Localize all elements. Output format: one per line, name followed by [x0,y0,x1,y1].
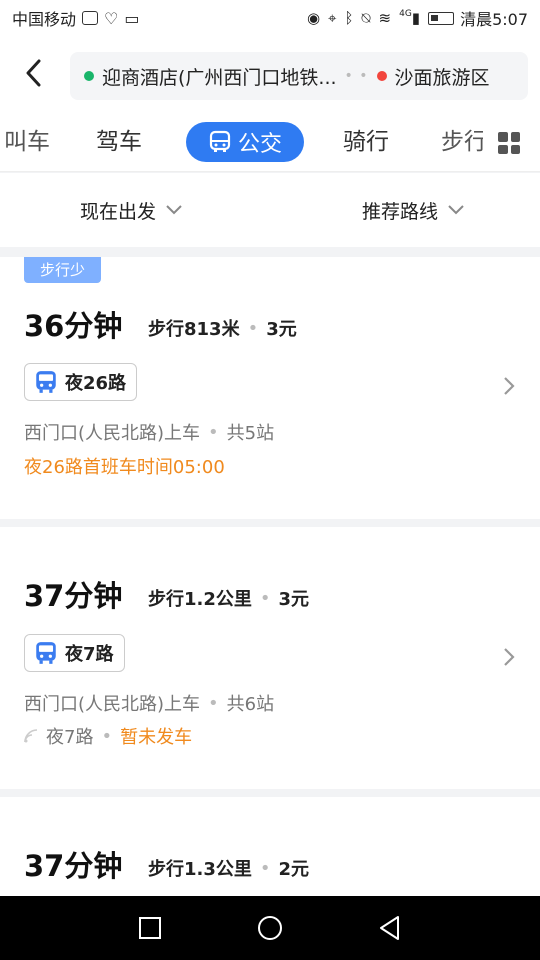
filter-bar: 现在出发 推荐路线 [0,173,540,247]
tab-drive-label: 驾车 [96,129,142,155]
bus-line-tag: 夜26路 [24,363,138,401]
chevron-left-icon [26,59,41,87]
route-duration: 36分钟 [24,309,123,343]
stop-count: 共6站 [226,694,275,715]
realtime-status: 夜7路 • 暂未发车 [24,723,192,749]
departure-status: 暂未发车 [120,727,193,748]
mute-icon: ⍉ [361,9,371,27]
separator-dot: • [208,692,219,714]
separator-dot: • [259,857,271,879]
message-icon: ▭ [124,8,140,28]
health-icon: ♡ [104,8,119,28]
location-icon: ⌖ [328,9,337,27]
status-left: 中国移动 ♡ ▭ [12,6,139,30]
bus-line-name: 夜7路 [65,644,114,665]
fare: 3元 [278,589,310,610]
battery-icon [428,11,455,25]
separator-dot: • [208,421,219,443]
bus-line-name: 夜26路 [65,373,127,394]
app-notification-icon [82,11,99,25]
boarding-stop: 西门口(人民北路)上车 [24,423,201,444]
tab-walk[interactable]: 步行 [441,124,483,160]
route-meta: 步行1.2公里 • 3元 [148,585,309,611]
more-modes-grid-icon[interactable] [498,132,520,154]
route-preference-filter[interactable]: 推荐路线 [362,173,464,247]
separator-dot: • [259,587,271,609]
nfc-icon: ◉ [306,9,321,27]
boarding-info: 西门口(人民北路)上车 • 共6站 [24,690,274,716]
origin-dot-icon [84,71,94,81]
home-icon[interactable] [256,914,284,942]
signal-icon: 4G▮ [399,9,421,27]
system-nav-bar [0,896,540,960]
realtime-signal-icon [24,729,38,743]
stop-count: 共5站 [226,423,275,444]
walk-distance: 步行813米 [148,319,240,340]
route-separator-icon: • • [344,68,369,84]
route-meta: 步行813米 • 3元 [148,315,297,341]
tab-bus[interactable]: 公交 [186,122,304,162]
first-bus-time: 夜26路首班车时间05:00 [24,457,225,478]
destination-label[interactable]: 沙面旅游区 [395,63,490,90]
route-input-box[interactable]: 迎商酒店(广州西门口地铁... • • 沙面旅游区 [70,52,528,100]
tab-taxi-label: 叫车 [4,129,50,155]
tab-ride-label: 骑行 [343,129,389,155]
clock-label: 清晨5:07 [460,10,528,29]
boarding-info: 西门口(人民北路)上车 • 共5站 [24,419,274,445]
back-triangle-icon[interactable] [376,914,404,942]
tab-ride[interactable]: 骑行 [343,124,389,160]
route-duration: 37分钟 [24,579,123,613]
tab-taxi[interactable]: 叫车 [0,124,50,160]
realtime-line-name: 夜7路 [46,727,94,748]
transport-tabs: 叫车 驾车 公交 骑行 步行 [0,112,540,172]
network-type-label: 4G [399,9,412,19]
chevron-down-icon [448,205,464,215]
wifi-icon: ≋ [378,9,392,27]
route-header: 迎商酒店(广州西门口地铁... • • 沙面旅游区 [0,36,540,112]
tab-drive[interactable]: 驾车 [96,124,142,160]
separator-dot: • [247,317,259,339]
status-right: ◉ ⌖ ᛒ ⍉ ≋ 4G▮ 清晨5:07 [307,6,528,30]
depart-time-label: 现在出发 [80,200,157,223]
boarding-stop: 西门口(人民北路)上车 [24,694,201,715]
back-button[interactable] [18,56,48,90]
tab-walk-label: 步行 [441,129,483,155]
walk-distance: 步行1.2公里 [148,589,252,610]
route-preference-label: 推荐路线 [362,200,439,223]
route-card[interactable]: 37分钟 步行1.3公里 • 2元 [0,797,540,896]
bus-line-tag: 夜7路 [24,634,125,672]
fare: 2元 [278,859,310,880]
bus-icon [209,130,231,152]
route-card[interactable]: 37分钟 步行1.2公里 • 3元 夜7路 西门口(人民北路)上车 • 共6站 … [0,527,540,789]
chevron-right-icon [504,377,515,395]
carrier-label: 中国移动 [12,10,77,29]
chevron-right-icon [504,648,515,666]
depart-time-filter[interactable]: 现在出发 [80,173,182,247]
less-walk-badge: 步行少 [24,257,102,283]
walk-distance: 步行1.3公里 [148,859,252,880]
route-meta: 步行1.3公里 • 2元 [148,855,309,881]
destination-dot-icon [376,71,387,81]
origin-label[interactable]: 迎商酒店(广州西门口地铁... [102,63,337,90]
bus-icon [36,642,56,664]
separator-dot: • [101,725,113,747]
bluetooth-icon: ᛒ [344,9,354,27]
bus-icon [36,371,56,393]
tab-bus-label: 公交 [237,132,282,157]
route-card[interactable]: 步行少 36分钟 步行813米 • 3元 夜26路 西门口(人民北路)上车 • … [0,257,540,519]
chevron-down-icon [166,205,182,215]
route-duration: 37分钟 [24,849,123,883]
fare: 3元 [266,319,297,340]
status-bar: 中国移动 ♡ ▭ ◉ ⌖ ᛒ ⍉ ≋ 4G▮ 清晨5:07 [0,0,540,36]
recent-apps-icon[interactable] [136,914,164,942]
